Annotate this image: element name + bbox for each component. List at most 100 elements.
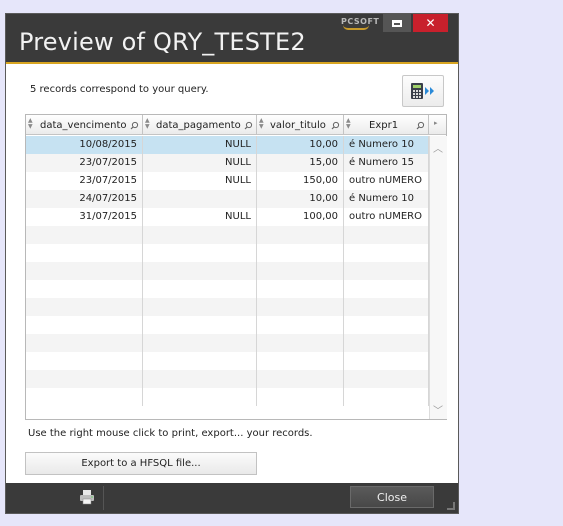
search-icon[interactable] xyxy=(331,121,340,130)
table-cell-expr1 xyxy=(344,226,429,244)
table-cell-valor-titulo xyxy=(257,334,344,352)
vertical-scrollbar[interactable]: ︿ ﹀ xyxy=(429,136,447,419)
table-cell-valor-titulo xyxy=(257,280,344,298)
table-cell-data-vencimento xyxy=(26,226,143,244)
table-cell-data-vencimento[interactable]: 24/07/2015 xyxy=(26,190,143,208)
empty-row xyxy=(26,226,429,244)
column-menu-button[interactable]: ▸ xyxy=(429,115,446,135)
table-cell-expr1 xyxy=(344,370,429,388)
table-cell-expr1 xyxy=(344,244,429,262)
table-cell-data-pagamento xyxy=(143,262,257,280)
scroll-down-icon[interactable]: ﹀ xyxy=(433,402,443,417)
empty-row xyxy=(26,262,429,280)
maximize-button[interactable] xyxy=(383,14,411,32)
table-cell-expr1 xyxy=(344,334,429,352)
table-cell-data-vencimento xyxy=(26,334,143,352)
table-cell-data-pagamento[interactable] xyxy=(143,190,257,208)
table-body: 10/08/2015 NULL 10,00 é Numero 10 23/07/2015… xyxy=(26,136,429,406)
resize-grip-icon[interactable] xyxy=(447,502,455,510)
empty-row xyxy=(26,334,429,352)
table-cell-data-pagamento xyxy=(143,352,257,370)
table-cell-data-pagamento[interactable]: NULL xyxy=(143,172,257,190)
table-row[interactable]: 23/07/2015 NULL 150,00 outro nUMERO xyxy=(26,172,429,190)
scroll-up-icon[interactable]: ︿ xyxy=(433,140,443,155)
content-area: 5 records correspond to your query. ▲ ▼ d… xyxy=(6,64,458,483)
table-cell-valor-titulo[interactable]: 150,00 xyxy=(257,172,344,190)
calculator-button[interactable] xyxy=(402,75,444,107)
table-cell-data-pagamento[interactable]: NULL xyxy=(143,208,257,226)
table-cell-valor-titulo xyxy=(257,226,344,244)
table-row[interactable]: 31/07/2015 NULL 100,00 outro nUMERO xyxy=(26,208,429,226)
table-cell-data-vencimento[interactable]: 23/07/2015 xyxy=(26,154,143,172)
close-button[interactable]: Close xyxy=(350,486,434,508)
table-cell-data-vencimento[interactable]: 23/07/2015 xyxy=(26,172,143,190)
table-cell-expr1[interactable]: é Numero 10 xyxy=(344,136,429,154)
table-cell-valor-titulo[interactable]: 100,00 xyxy=(257,208,344,226)
table-cell-valor-titulo xyxy=(257,244,344,262)
table-cell-data-pagamento xyxy=(143,370,257,388)
table-cell-data-vencimento[interactable]: 31/07/2015 xyxy=(26,208,143,226)
search-icon[interactable] xyxy=(244,121,253,130)
table-cell-valor-titulo xyxy=(257,316,344,334)
table-cell-data-pagamento xyxy=(143,226,257,244)
title-bar[interactable]: Preview of QRY_TESTE2 PCSOFT ✕ xyxy=(6,14,458,62)
table-cell-data-pagamento xyxy=(143,316,257,334)
table-cell-data-vencimento xyxy=(26,370,143,388)
search-icon[interactable] xyxy=(130,121,139,130)
table-cell-expr1 xyxy=(344,262,429,280)
table-cell-data-vencimento[interactable]: 10/08/2015 xyxy=(26,136,143,154)
table-cell-data-vencimento xyxy=(26,244,143,262)
table-row[interactable]: 10/08/2015 NULL 10,00 é Numero 10 xyxy=(26,136,429,154)
table-cell-data-vencimento xyxy=(26,280,143,298)
window-close-button[interactable]: ✕ xyxy=(413,14,448,32)
column-header-valor-titulo[interactable]: ▲ ▼ valor_titulo xyxy=(257,115,344,135)
table-cell-data-vencimento xyxy=(26,298,143,316)
maximize-icon xyxy=(392,19,402,27)
sort-icon: ▲ ▼ xyxy=(28,117,33,130)
column-label: Expr1 xyxy=(369,120,399,131)
table-row[interactable]: 24/07/2015 10,00 é Numero 10 xyxy=(26,190,429,208)
table-cell-valor-titulo[interactable]: 15,00 xyxy=(257,154,344,172)
chevron-right-icon: ▸ xyxy=(434,119,438,127)
table-cell-expr1 xyxy=(344,316,429,334)
table-cell-valor-titulo xyxy=(257,352,344,370)
table-cell-data-pagamento[interactable]: NULL xyxy=(143,136,257,154)
table-cell-data-vencimento xyxy=(26,316,143,334)
table-cell-expr1[interactable]: outro nUMERO xyxy=(344,208,429,226)
table-cell-expr1 xyxy=(344,298,429,316)
preview-window: Preview of QRY_TESTE2 PCSOFT ✕ 5 records… xyxy=(6,14,458,513)
table-cell-valor-titulo[interactable]: 10,00 xyxy=(257,190,344,208)
table-cell-data-pagamento xyxy=(143,244,257,262)
table-cell-data-pagamento[interactable]: NULL xyxy=(143,154,257,172)
search-icon[interactable] xyxy=(416,121,425,130)
table-cell-expr1[interactable]: é Numero 10 xyxy=(344,190,429,208)
table-cell-valor-titulo xyxy=(257,388,344,406)
table-cell-data-pagamento xyxy=(143,298,257,316)
sort-icon: ▲ ▼ xyxy=(145,117,150,130)
sort-icon: ▲ ▼ xyxy=(346,117,351,130)
footer-separator xyxy=(103,486,104,510)
empty-row xyxy=(26,352,429,370)
records-table: ▲ ▼ data_vencimento ▲ ▼ data_pagamento ▲ ▼ … xyxy=(25,114,447,420)
column-header-data-pagamento[interactable]: ▲ ▼ data_pagamento xyxy=(143,115,257,135)
column-label: data_vencimento xyxy=(40,120,127,131)
empty-row xyxy=(26,388,429,406)
pcsoft-logo: PCSOFT xyxy=(341,17,379,30)
records-message: 5 records correspond to your query. xyxy=(30,84,209,95)
column-label: valor_titulo xyxy=(270,120,326,131)
sort-icon: ▲ ▼ xyxy=(259,117,264,130)
table-cell-valor-titulo[interactable]: 10,00 xyxy=(257,136,344,154)
column-header-data-vencimento[interactable]: ▲ ▼ data_vencimento xyxy=(26,115,143,135)
print-button[interactable] xyxy=(79,489,95,509)
calculator-forward-icon xyxy=(411,83,434,99)
export-hfsql-button[interactable]: Export to a HFSQL file... xyxy=(25,452,257,475)
column-header-expr1[interactable]: ▲ ▼ Expr1 xyxy=(344,115,429,135)
table-cell-data-pagamento xyxy=(143,388,257,406)
table-row[interactable]: 23/07/2015 NULL 15,00 é Numero 15 xyxy=(26,154,429,172)
table-cell-data-vencimento xyxy=(26,352,143,370)
table-cell-expr1[interactable]: é Numero 15 xyxy=(344,154,429,172)
empty-row xyxy=(26,370,429,388)
table-cell-expr1[interactable]: outro nUMERO xyxy=(344,172,429,190)
close-icon: ✕ xyxy=(425,16,436,30)
empty-row xyxy=(26,280,429,298)
